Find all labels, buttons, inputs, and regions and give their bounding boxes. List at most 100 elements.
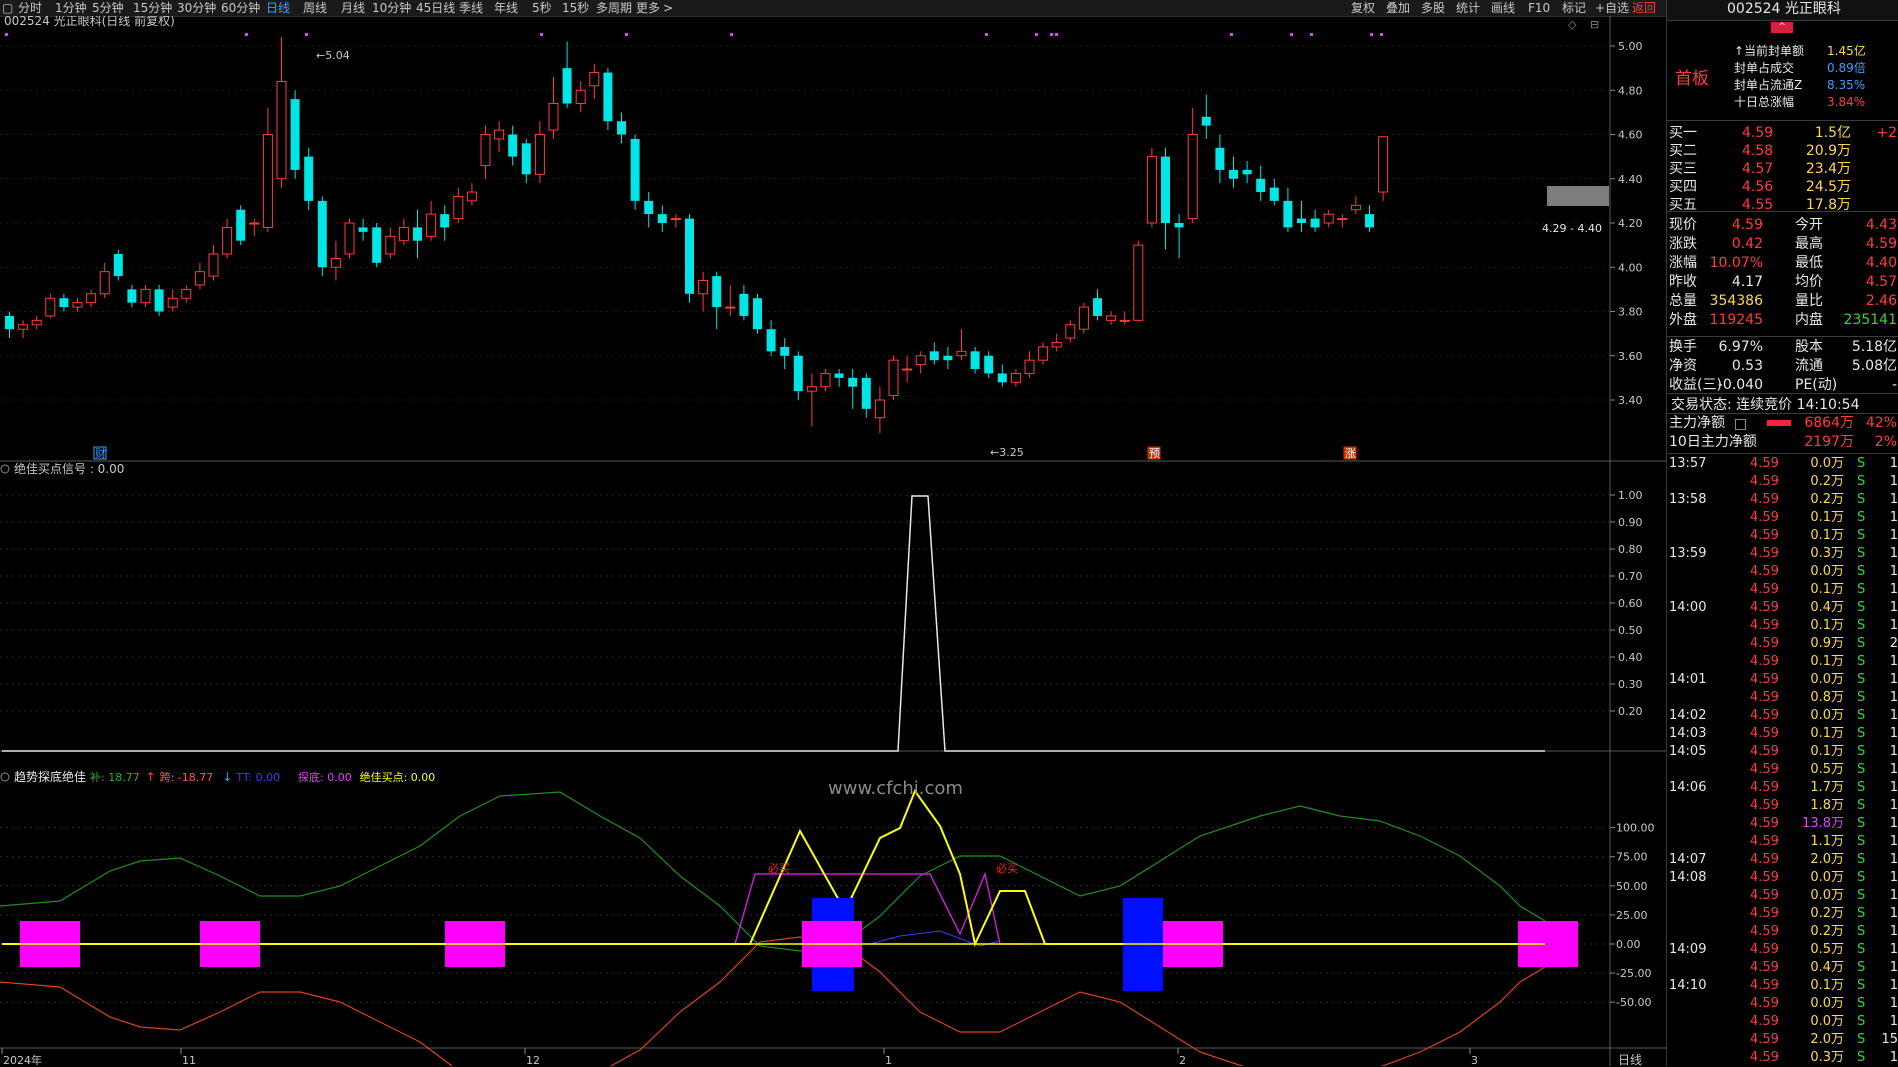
candle-body[interactable] bbox=[208, 253, 219, 277]
candle-body[interactable] bbox=[453, 195, 464, 220]
candle-body[interactable] bbox=[1187, 134, 1198, 220]
candle-body[interactable] bbox=[358, 227, 368, 232]
candle-body[interactable] bbox=[685, 218, 694, 294]
candle-body[interactable] bbox=[834, 373, 844, 378]
candle-body[interactable] bbox=[181, 288, 192, 299]
period-tab[interactable]: 45日线 bbox=[416, 0, 455, 16]
candle-body[interactable] bbox=[874, 399, 885, 419]
toolbar-button[interactable]: 画线 bbox=[1491, 0, 1515, 16]
period-tab[interactable]: 60分钟 bbox=[221, 0, 260, 16]
candle-body[interactable] bbox=[1119, 319, 1130, 322]
candle-body[interactable] bbox=[290, 99, 300, 170]
period-tab[interactable]: 5分钟 bbox=[92, 0, 124, 16]
candle-body[interactable] bbox=[304, 156, 314, 201]
candle-body[interactable] bbox=[426, 213, 437, 237]
toolbar-button[interactable]: 统计 bbox=[1456, 0, 1480, 16]
period-tab[interactable]: 月线 bbox=[341, 0, 365, 16]
period-tab[interactable]: 5秒 bbox=[532, 0, 552, 16]
candle-body[interactable] bbox=[1215, 147, 1225, 170]
period-tab[interactable]: 30分钟 bbox=[177, 0, 216, 16]
candle-body[interactable] bbox=[1174, 223, 1184, 228]
candle-body[interactable] bbox=[861, 377, 871, 409]
candle-body[interactable] bbox=[1106, 315, 1117, 321]
candle-body[interactable] bbox=[1256, 178, 1266, 193]
candle-body[interactable] bbox=[984, 355, 994, 374]
candle-body[interactable] bbox=[372, 227, 382, 263]
period-tab[interactable]: 15秒 bbox=[562, 0, 589, 16]
period-tab[interactable]: 15分钟 bbox=[133, 0, 172, 16]
candle-body[interactable] bbox=[1310, 218, 1320, 228]
candle-body[interactable] bbox=[249, 222, 260, 225]
candle-body[interactable] bbox=[521, 143, 531, 175]
candle-body[interactable] bbox=[1051, 341, 1062, 348]
toolbar-button[interactable]: 叠加 bbox=[1386, 0, 1410, 16]
candle-body[interactable] bbox=[766, 329, 776, 352]
candle-body[interactable] bbox=[548, 103, 559, 131]
period-tab[interactable]: 多周期 bbox=[596, 0, 632, 16]
candle-body[interactable] bbox=[413, 227, 422, 241]
candle-body[interactable] bbox=[45, 297, 56, 317]
candle-body[interactable] bbox=[113, 253, 123, 277]
candle-body[interactable] bbox=[712, 276, 722, 308]
candle-body[interactable] bbox=[725, 306, 736, 309]
candle-body[interactable] bbox=[59, 298, 69, 308]
period-tab[interactable]: 更多 bbox=[636, 0, 660, 16]
candle-body[interactable] bbox=[1283, 200, 1293, 228]
candle-body[interactable] bbox=[929, 351, 939, 361]
candle-body[interactable] bbox=[1201, 116, 1211, 126]
candle-body[interactable] bbox=[657, 214, 667, 223]
candle-body[interactable] bbox=[154, 289, 164, 312]
candle-body[interactable] bbox=[1078, 306, 1089, 330]
candle-body[interactable] bbox=[1242, 169, 1252, 175]
toolbar-button[interactable]: 多股 bbox=[1421, 0, 1445, 16]
candle-body[interactable] bbox=[86, 293, 97, 304]
candle-body[interactable] bbox=[739, 293, 749, 316]
candle-body[interactable] bbox=[670, 218, 681, 221]
candle-body[interactable] bbox=[997, 373, 1007, 383]
toolbar-button[interactable]: +自选 bbox=[1595, 0, 1629, 16]
candle-body[interactable] bbox=[780, 346, 790, 356]
window-icon[interactable]: ▢ bbox=[2, 0, 13, 16]
candle-body[interactable] bbox=[127, 289, 137, 303]
collapse-icon[interactable] bbox=[0, 772, 10, 782]
candle-body[interactable] bbox=[534, 134, 545, 175]
candle-body[interactable] bbox=[18, 324, 29, 330]
candle-body[interactable] bbox=[194, 271, 205, 286]
candle-body[interactable] bbox=[344, 222, 355, 255]
candle-body[interactable] bbox=[630, 138, 640, 201]
toolbar-button[interactable]: 标记 bbox=[1562, 0, 1586, 16]
period-tab[interactable]: 年线 bbox=[494, 0, 518, 16]
candle-body[interactable] bbox=[440, 214, 450, 228]
period-tab[interactable]: 日线 bbox=[266, 0, 290, 16]
candle-body[interactable] bbox=[236, 209, 246, 241]
candle-body[interactable] bbox=[494, 129, 505, 140]
candle-body[interactable] bbox=[1093, 298, 1102, 316]
chevron-right-icon[interactable]: > bbox=[663, 0, 673, 16]
candle-body[interactable] bbox=[644, 200, 654, 215]
candle-body[interactable] bbox=[99, 271, 110, 295]
candle-body[interactable] bbox=[480, 134, 491, 166]
candle-body[interactable] bbox=[753, 298, 762, 330]
candle-body[interactable] bbox=[915, 355, 926, 366]
candle-body[interactable] bbox=[902, 368, 913, 371]
candle-body[interactable] bbox=[167, 297, 178, 308]
candle-body[interactable] bbox=[1065, 324, 1076, 339]
toolbar-button[interactable]: F10 bbox=[1528, 0, 1550, 16]
candle-body[interactable] bbox=[466, 191, 477, 202]
candle-body[interactable] bbox=[575, 89, 586, 105]
candle-body[interactable] bbox=[398, 226, 409, 242]
flow-icon[interactable] bbox=[1735, 419, 1746, 430]
toolbar-button[interactable]: 返回 bbox=[1632, 0, 1656, 16]
candle-body[interactable] bbox=[793, 355, 803, 392]
kline-chart[interactable]: 5.00 4.80 4.60 4.40 4.20 4.00 3.80 3.60 3.40 0025… bbox=[0, 16, 1666, 1066]
candle-body[interactable] bbox=[1297, 218, 1306, 223]
chevron-up-icon[interactable]: ^ bbox=[1771, 22, 1793, 33]
period-tab[interactable]: 10分钟 bbox=[372, 0, 411, 16]
candle-body[interactable] bbox=[1229, 169, 1238, 179]
candle-body[interactable] bbox=[276, 80, 287, 180]
candle-body[interactable] bbox=[806, 386, 817, 392]
period-tab[interactable]: 分时 bbox=[18, 0, 42, 16]
candle-body[interactable] bbox=[222, 226, 233, 255]
candle-body[interactable] bbox=[1337, 218, 1348, 221]
candle-body[interactable] bbox=[508, 134, 518, 157]
